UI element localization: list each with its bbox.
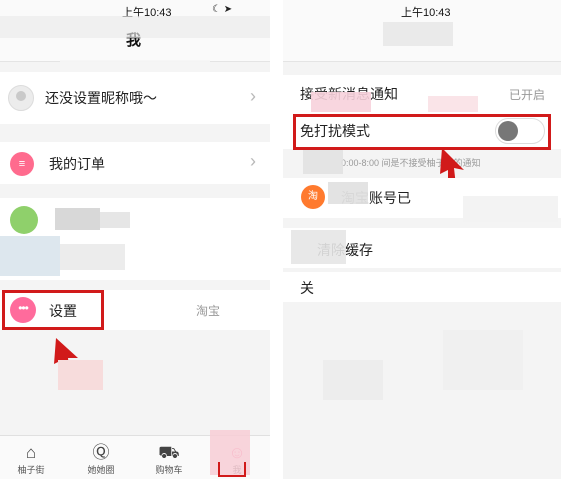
highlight-box (293, 114, 551, 150)
notification-row[interactable]: 接受新消息通知 已开启 (283, 75, 561, 113)
chevron-right-icon: › (250, 151, 256, 171)
highlight-box (2, 290, 104, 330)
status-time: 上午10:43 (401, 7, 451, 19)
chevron-right-icon: › (250, 86, 256, 106)
divider (270, 0, 283, 479)
taobao-account-label: 淘宝账号已 (341, 190, 411, 206)
tab-label: 柚子街 (17, 465, 45, 475)
tab-bar: ⌂ 柚子街 Ⓠ 她她圈 ⛟ 购物车 ☺ 我 (0, 435, 270, 479)
settings-right-text: 淘宝 (195, 304, 220, 318)
house-icon: ⌂ (25, 443, 37, 462)
tab-me[interactable]: ☺ 我 (212, 443, 262, 476)
tab-circle[interactable]: Ⓠ 她她圈 (76, 443, 126, 476)
tab-home[interactable]: ⌂ 柚子街 (6, 443, 56, 476)
taobao-icon: 淘 (301, 185, 325, 209)
profile-row[interactable]: 还没设置昵称哦～ › (0, 72, 270, 124)
page-title: 我 (126, 32, 142, 49)
avatar (8, 85, 34, 111)
tab-label: 她她圈 (87, 465, 115, 475)
notification-label: 接受新消息通知 (300, 86, 398, 102)
circle-q-icon: Ⓠ (92, 443, 110, 462)
right-phone-screen: 上午10:43 接受新消息通知 已开启 免打扰模式 0:00-8:00 间是不接… (283, 0, 561, 479)
taobao-account-row[interactable]: 淘 淘宝账号已 (283, 178, 561, 218)
cart-icon: ⛟ (158, 443, 180, 462)
user-icon: ☺ (228, 443, 246, 462)
list-icon: ≡ (10, 152, 34, 176)
tab-label: 购物车 (155, 465, 183, 475)
notification-status: 已开启 (508, 88, 545, 102)
obscured-icon (10, 206, 38, 234)
obscured-rows (0, 198, 270, 280)
profile-nickname: 还没设置昵称哦～ (45, 90, 157, 106)
settings-row-5[interactable]: 关 (283, 272, 561, 302)
clear-cache-label: 清除缓存 (317, 242, 373, 258)
tab-label: 我 (232, 465, 242, 475)
my-orders-label: 我的订单 (49, 156, 105, 172)
left-phone-screen: 上午10:43 ☾ ➤ 我 还没设置昵称哦～ › ≡ 我的订单 › ••• 设置… (0, 0, 270, 479)
clear-cache-row[interactable]: 清除缓存 (283, 228, 561, 268)
red-arrow-icon (54, 338, 78, 376)
status-icons: ☾ ➤ (212, 4, 233, 15)
do-not-disturb-description-area: 0:00-8:00 间是不接受柚子街的通知 (283, 152, 561, 176)
tab-cart[interactable]: ⛟ 购物车 (144, 443, 194, 476)
my-orders-row[interactable]: ≡ 我的订单 › (0, 142, 270, 184)
row-5-label: 关 (300, 280, 314, 296)
status-time: 上午10:43 (122, 7, 172, 19)
